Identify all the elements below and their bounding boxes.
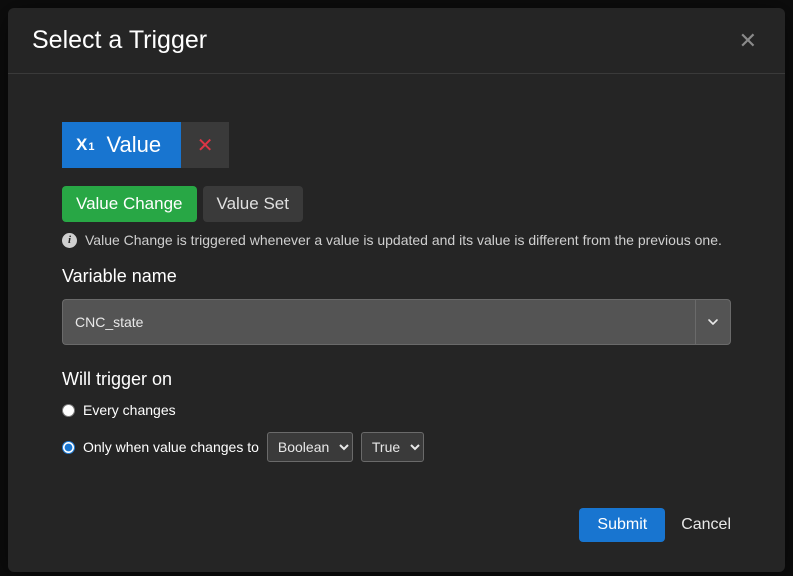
variable-select-value[interactable]: CNC_state [62,299,695,345]
trigger-chip-label: Value [106,132,161,158]
close-icon: ✕ [739,28,757,53]
radio-only-when-label: Only when value changes to [83,439,259,455]
close-icon: ✕ [197,133,214,158]
value-type-select[interactable]: Boolean [267,432,353,462]
modal-body: X1 Value ✕ Value Change Value Set i Valu… [8,74,785,508]
info-icon: i [62,233,77,248]
variable-name-label: Variable name [62,266,731,287]
trigger-type-tabs: Value Change Value Set [62,186,731,222]
radio-every-changes-label: Every changes [83,402,176,418]
radio-only-when-input[interactable] [62,441,75,454]
submit-button[interactable]: Submit [579,508,665,542]
modal-overlay: Select a Trigger ✕ X1 Value ✕ Value Chan… [0,0,793,576]
variable-select-caret[interactable] [695,299,731,345]
trigger-modal: Select a Trigger ✕ X1 Value ✕ Value Chan… [8,8,785,572]
tab-value-set[interactable]: Value Set [203,186,303,222]
radio-every-changes[interactable]: Every changes [62,402,731,418]
cancel-button[interactable]: Cancel [681,516,731,534]
modal-title: Select a Trigger [32,26,207,55]
modal-footer: Submit Cancel [8,508,785,572]
close-button[interactable]: ✕ [735,30,761,52]
help-text: Value Change is triggered whenever a val… [85,232,722,248]
remove-trigger-button[interactable]: ✕ [181,122,229,168]
value-select[interactable]: True [361,432,424,462]
chevron-down-icon [706,315,720,329]
variable-select[interactable]: CNC_state [62,299,731,345]
value-trigger-chip[interactable]: X1 Value [62,122,181,168]
tab-value-change[interactable]: Value Change [62,186,197,222]
help-text-row: i Value Change is triggered whenever a v… [62,232,731,248]
modal-header: Select a Trigger ✕ [8,8,785,74]
radio-only-when[interactable]: Only when value changes to Boolean True [62,432,731,462]
variable-icon: X1 [76,135,94,155]
radio-every-changes-input[interactable] [62,404,75,417]
trigger-on-group: Every changes Only when value changes to… [62,402,731,462]
trigger-on-label: Will trigger on [62,369,731,390]
trigger-chip-row: X1 Value ✕ [62,122,731,168]
